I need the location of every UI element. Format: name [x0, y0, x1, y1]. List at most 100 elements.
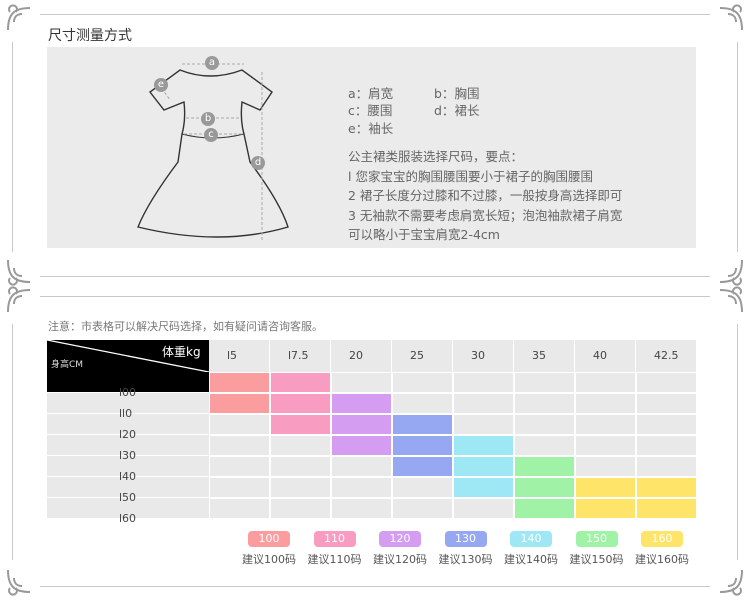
legend-label: 建议150码 [569, 553, 624, 566]
frame-bottom-line-1 [40, 276, 710, 277]
height-header-label: l30 [119, 449, 137, 462]
diagram-letter-e: e [157, 79, 165, 90]
size-cell [636, 498, 697, 519]
size-cell [453, 372, 514, 393]
size-cell [453, 477, 514, 498]
legend-badge-100: 100 [248, 531, 290, 547]
size-cell [331, 393, 392, 414]
size-cell [209, 372, 270, 393]
size-cell [636, 414, 697, 435]
size-cell [453, 498, 514, 519]
size-chart-note: 注意：市表格可以解决尺码选择，如有疑问请咨询客服。 [48, 320, 323, 333]
size-cell [514, 372, 575, 393]
corner-ornament-icon [719, 569, 743, 596]
legend-label: 建议140码 [504, 553, 558, 566]
size-cell [331, 456, 392, 477]
frame-right-line-2 [737, 324, 738, 560]
size-cell [392, 393, 453, 414]
size-chart-grid: 体重kg 身高CM [47, 340, 697, 519]
size-cell [209, 414, 270, 435]
size-cell [575, 498, 636, 519]
corner-ornament-icon [719, 259, 743, 286]
size-cell [575, 456, 636, 477]
tip-2: 2 裙子长度分过膝和不过膝，一般按身高选择即可 [348, 188, 623, 204]
size-cell [392, 477, 453, 498]
size-cell [514, 477, 575, 498]
weight-header-label: 25 [410, 349, 424, 362]
size-cell [636, 393, 697, 414]
weight-header-label: 40 [593, 349, 607, 362]
size-cell [514, 393, 575, 414]
legend-badge-120: 120 [379, 531, 421, 547]
legend-badge-150: 150 [575, 531, 618, 547]
frame-top-line-1 [40, 14, 710, 15]
corner-ornament-icon [719, 286, 743, 313]
height-header-label: l00 [119, 386, 137, 399]
size-cell [575, 477, 636, 498]
size-cell [453, 456, 514, 477]
size-cell [514, 456, 575, 477]
size-cell [331, 414, 392, 435]
size-cell [636, 477, 697, 498]
weight-header-label: 35 [532, 349, 546, 362]
size-cell [392, 435, 453, 456]
size-cell [331, 372, 392, 393]
size-cell [453, 393, 514, 414]
height-header-label: l50 [119, 491, 137, 504]
weight-header-label: l7.5 [288, 349, 309, 362]
size-cell [514, 414, 575, 435]
diagram-letter-a: a [208, 57, 216, 68]
legend-label: 建议130码 [438, 553, 493, 566]
frame-right-line-1 [737, 42, 738, 252]
tip-1: l 您家宝宝的胸围腰围要小于裙子的胸围腰围 [348, 168, 593, 184]
size-cell [636, 435, 697, 456]
legend-badge-130: 130 [444, 531, 487, 547]
dress-diagram [137, 63, 289, 242]
size-cell [209, 393, 270, 414]
legend-label: 建议160码 [635, 553, 689, 566]
size-cell [209, 477, 270, 498]
legend-label: 建议100码 [242, 553, 296, 566]
weight-header-label: 20 [349, 349, 363, 362]
diagram-letter-b: b [204, 113, 212, 124]
corner-ornament-icon [719, 4, 743, 31]
size-cell [331, 435, 392, 456]
corner-ornament-icon [7, 4, 31, 31]
height-header-label: l40 [119, 470, 137, 483]
dim-d: d：裙长 [434, 103, 480, 118]
legend-label: 建议120码 [373, 553, 427, 566]
size-cell [270, 477, 331, 498]
corner-ornament-icon [7, 259, 31, 286]
tip-3-continued: 可以略小于宝宝肩宽2-4cm [348, 227, 500, 243]
section-title: 尺寸测量方式 [48, 28, 132, 44]
weight-header-cell [209, 340, 270, 372]
size-cell [209, 456, 270, 477]
size-cell [331, 498, 392, 519]
size-cell [453, 435, 514, 456]
size-cell [575, 393, 636, 414]
dim-e: e：袖长 [348, 121, 394, 136]
size-cell [514, 435, 575, 456]
size-cell [270, 393, 331, 414]
height-header-label: l20 [119, 428, 137, 441]
tips-block: 公主裙类服装选择尺码，要点： l 您家宝宝的胸围腰围要小于裙子的胸围腰围 2 裙… [348, 147, 622, 245]
weight-header-label: l5 [227, 349, 238, 362]
frame-bottom-line-2 [40, 586, 710, 587]
height-header-label: l60 [119, 512, 137, 525]
size-cell [209, 498, 270, 519]
size-cell [453, 414, 514, 435]
weight-header-label: 30 [471, 349, 485, 362]
size-cell [392, 498, 453, 519]
frame-left-line-2 [12, 324, 13, 560]
diagram-letter-d: d [254, 157, 262, 168]
corner-ornament-icon [7, 286, 31, 313]
frame-top-line-2 [40, 296, 710, 297]
dim-c: c：腰围 [348, 103, 393, 118]
tips-title: 公主裙类服装选择尺码，要点： [348, 149, 524, 164]
size-cell [575, 414, 636, 435]
size-cell [392, 372, 453, 393]
size-cell [270, 372, 331, 393]
diagram-letter-c: c [208, 129, 214, 140]
legend-badge-160: 160 [641, 531, 683, 547]
legend-badge-110: 110 [313, 531, 356, 547]
